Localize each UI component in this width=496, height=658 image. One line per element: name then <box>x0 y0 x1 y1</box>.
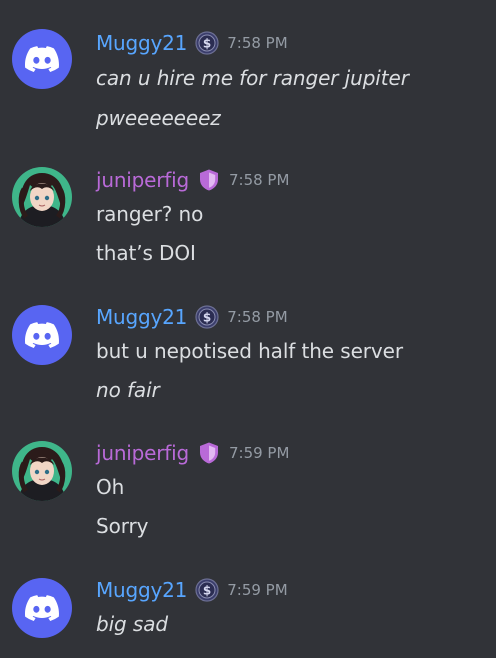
user-avatar[interactable] <box>12 305 72 365</box>
anime-character-avatar <box>12 167 72 227</box>
svg-text:$: $ <box>203 584 211 598</box>
timestamp: 7:58 PM <box>227 34 288 52</box>
dollar-coin-icon[interactable]: $ <box>195 578 219 602</box>
dollar-coin-icon[interactable]: $ <box>195 31 219 55</box>
message-text: big sad <box>96 612 168 636</box>
message-text: that’s DOI <box>96 241 196 265</box>
message-text: can u hire me for ranger jupiter <box>96 66 409 90</box>
message-text: but u nepotised half the server <box>96 339 403 363</box>
svg-text:$: $ <box>203 311 211 325</box>
user-avatar[interactable] <box>12 441 72 501</box>
message-header: Muggy21 $ 7:58 PM <box>96 305 288 329</box>
message-text: no fair <box>96 378 160 402</box>
message-header: juniperfig 7:59 PM <box>96 441 289 465</box>
message-header: juniperfig 7:58 PM <box>96 168 289 192</box>
username[interactable]: Muggy21 <box>96 305 187 329</box>
user-avatar[interactable] <box>12 167 72 227</box>
anime-character-avatar <box>12 441 72 501</box>
timestamp: 7:58 PM <box>227 308 288 326</box>
username[interactable]: juniperfig <box>96 441 189 465</box>
timestamp: 7:58 PM <box>228 171 290 189</box>
message-text: Sorry <box>96 514 149 538</box>
timestamp: 7:59 PM <box>228 444 290 462</box>
discord-logo-icon <box>25 322 59 348</box>
svg-text:$: $ <box>203 37 211 51</box>
message-header: Muggy21 $ 7:59 PM <box>96 578 288 602</box>
discord-logo-icon <box>25 595 59 621</box>
message-text: pweeeeeeez <box>96 106 221 130</box>
purple-shield-icon[interactable] <box>197 441 221 465</box>
username[interactable]: Muggy21 <box>96 578 187 602</box>
message-header: Muggy21 $ 7:58 PM <box>96 31 288 55</box>
user-avatar[interactable] <box>12 578 72 638</box>
message-text: ranger? no <box>96 202 204 226</box>
username[interactable]: Muggy21 <box>96 31 187 55</box>
username[interactable]: juniperfig <box>96 168 189 192</box>
purple-shield-icon[interactable] <box>197 168 221 192</box>
discord-logo-icon <box>25 46 59 72</box>
dollar-coin-icon[interactable]: $ <box>195 305 219 329</box>
message-text: Oh <box>96 475 125 499</box>
timestamp: 7:59 PM <box>227 581 288 599</box>
user-avatar[interactable] <box>12 29 72 89</box>
